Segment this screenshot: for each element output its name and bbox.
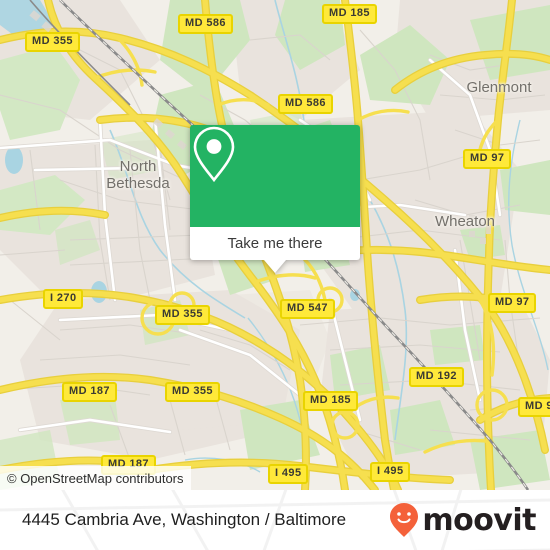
road-shield[interactable]: MD 355 bbox=[155, 305, 210, 325]
footer-bar: 4445 Cambria Ave, Washington / Baltimore… bbox=[0, 490, 550, 550]
road-shield[interactable]: MD 185 bbox=[303, 391, 358, 411]
road-shield[interactable]: MD 547 bbox=[280, 299, 335, 319]
road-shield[interactable]: MD 355 bbox=[25, 32, 80, 52]
address-label: 4445 Cambria Ave, Washington / Baltimore bbox=[22, 490, 346, 550]
road-shield[interactable]: MD 187 bbox=[62, 382, 117, 402]
map-screenshot: .res{fill:#e9e3dd} .grn{fill:#d3e8c4} .w… bbox=[0, 0, 550, 550]
place-label-glenmont: Glenmont bbox=[466, 79, 532, 96]
take-me-there-button[interactable]: Take me there bbox=[190, 227, 360, 260]
moovit-smiley-pin-icon bbox=[390, 503, 419, 537]
road-shield[interactable]: MD 355 bbox=[165, 382, 220, 402]
road-shield[interactable]: MD 185 bbox=[322, 4, 377, 24]
road-shield[interactable]: I 270 bbox=[43, 289, 84, 309]
place-label-north-bethesda: North Bethesda bbox=[106, 158, 170, 192]
road-shield[interactable]: MD 586 bbox=[278, 94, 333, 114]
address-text: 4445 Cambria Ave, Washington / Baltimore bbox=[22, 510, 347, 529]
road-shield[interactable]: MD 192 bbox=[409, 367, 464, 387]
road-shield[interactable]: MD 586 bbox=[178, 14, 233, 34]
take-me-there-label: Take me there bbox=[227, 235, 323, 252]
attribution-bar: © OpenStreetMap contributors bbox=[0, 466, 191, 490]
road-shield[interactable]: MD 97 bbox=[488, 293, 537, 313]
road-shield[interactable]: MD 97 bbox=[463, 149, 512, 169]
popup-header bbox=[190, 125, 360, 227]
moovit-logo[interactable]: moovit bbox=[389, 490, 536, 550]
location-popup[interactable]: Take me there bbox=[190, 125, 360, 273]
road-shield[interactable]: I 495 bbox=[370, 462, 411, 482]
place-label-wheaton: Wheaton bbox=[434, 213, 496, 230]
road-shield[interactable]: I 495 bbox=[268, 464, 309, 484]
road-shield[interactable]: MD 97 bbox=[518, 397, 550, 417]
attribution-text: © OpenStreetMap contributors bbox=[7, 470, 184, 486]
popup-tail bbox=[264, 260, 286, 273]
map-canvas[interactable]: .res{fill:#e9e3dd} .grn{fill:#d3e8c4} .w… bbox=[0, 0, 550, 490]
moovit-wordmark: moovit bbox=[422, 502, 536, 538]
map-pin-icon bbox=[193, 126, 235, 183]
